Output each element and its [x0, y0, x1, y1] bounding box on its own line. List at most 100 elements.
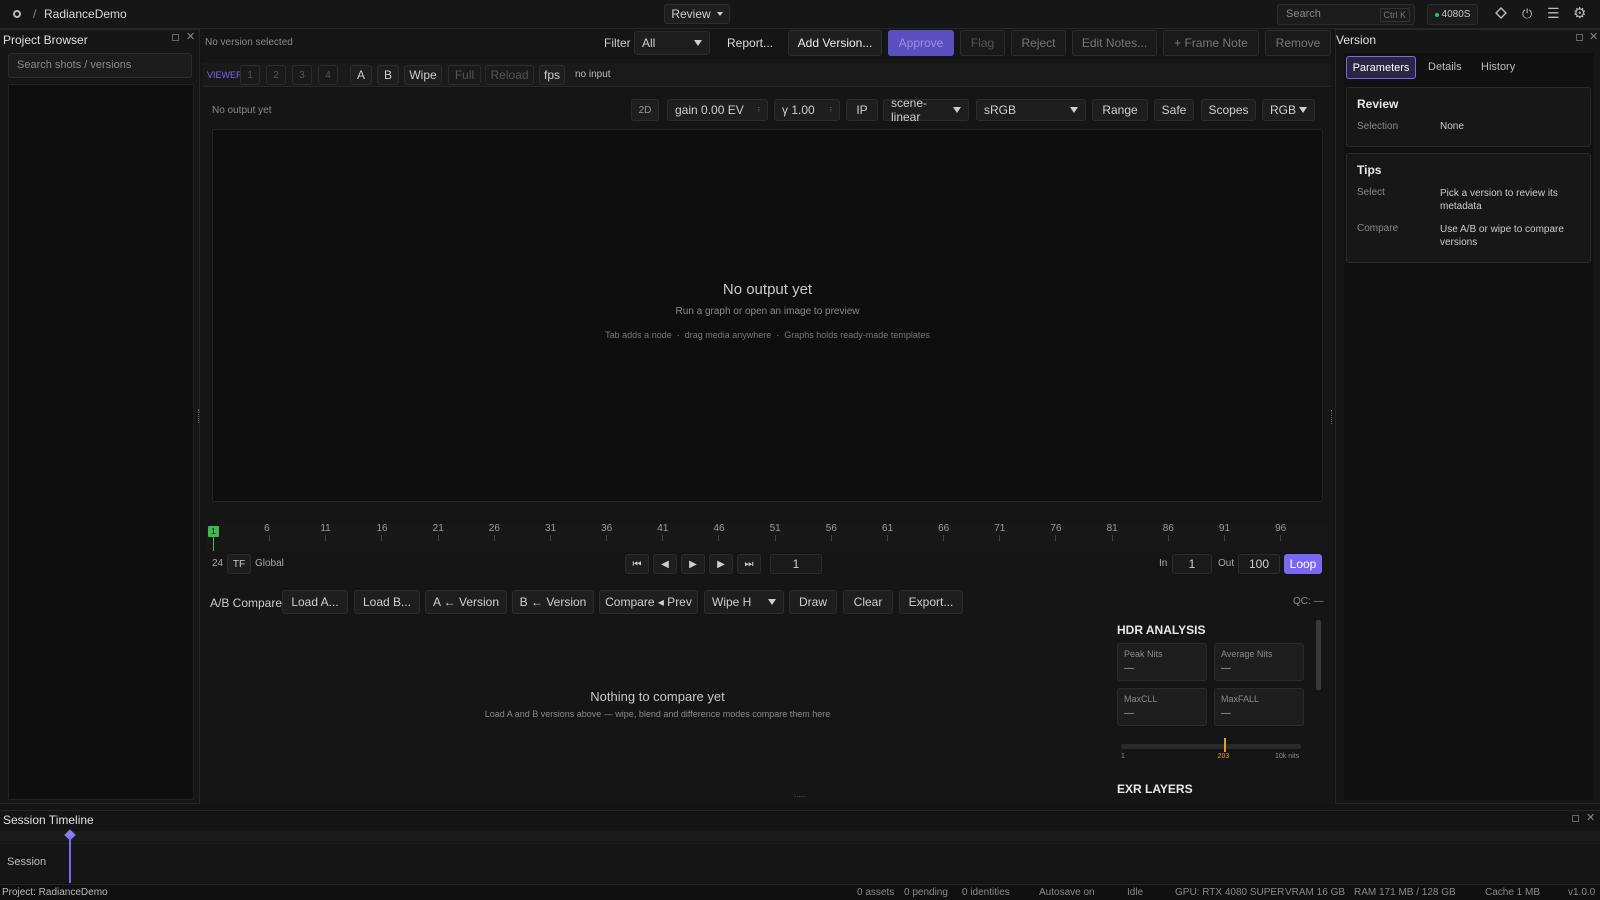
search-input[interactable]: Search Ctrl K: [1277, 4, 1415, 25]
shot-search-input[interactable]: Search shots / versions: [8, 53, 192, 78]
remove-button[interactable]: Remove: [1265, 30, 1331, 56]
viewer-a-button[interactable]: A: [350, 65, 372, 85]
viewer-full-button[interactable]: Full: [448, 65, 481, 85]
timeline-tick-mark: [549, 535, 551, 541]
draw-button[interactable]: Draw: [789, 590, 837, 614]
mode-selector[interactable]: Review: [664, 4, 730, 24]
channels-select[interactable]: RGB: [1262, 99, 1315, 121]
viewer-slot-1[interactable]: 1: [240, 65, 260, 85]
right-resize-handle[interactable]: [1331, 410, 1333, 424]
splitter-handle[interactable]: .....: [794, 790, 805, 799]
colorspace-select[interactable]: scene-linear: [883, 96, 969, 124]
session-track[interactable]: [0, 843, 1600, 883]
loop-button[interactable]: Loop: [1284, 554, 1322, 574]
timeline-tick-label: 76: [1050, 523, 1062, 534]
layers-icon[interactable]: [1495, 7, 1507, 19]
viewport[interactable]: No output yet Run a graph or open an ima…: [212, 129, 1323, 502]
load-a-button[interactable]: Load A...: [282, 590, 348, 614]
session-timeline-panel: Session Timeline ✕ Session: [0, 810, 1600, 884]
clear-button[interactable]: Clear: [843, 590, 893, 614]
timeline-ruler[interactable]: [206, 524, 1328, 550]
tab-parameters[interactable]: Parameters: [1346, 56, 1416, 79]
b-version-button[interactable]: B ← Version: [512, 590, 594, 614]
panel-close-icon[interactable]: ✕: [186, 30, 195, 43]
timeline-tick-label: 26: [488, 523, 500, 534]
hdr-scrollbar[interactable]: [1316, 620, 1321, 690]
frame-note-button[interactable]: + Frame Note: [1163, 30, 1259, 56]
panel-float-icon[interactable]: [1576, 34, 1583, 41]
add-version-button[interactable]: Add Version...: [788, 30, 882, 56]
compare-canvas[interactable]: Nothing to compare yet Load A and B vers…: [210, 620, 1105, 800]
timeline-tick-mark: [774, 535, 776, 541]
flag-button[interactable]: Flag: [960, 30, 1005, 56]
timeline-tick-mark: [662, 535, 664, 541]
wipe-mode-select[interactable]: Wipe H: [704, 590, 784, 614]
timeline-tick-label: 46: [713, 523, 725, 534]
gpu-status-dot-icon: [1434, 12, 1439, 17]
viewer-fps-button[interactable]: fps: [539, 65, 565, 85]
gear-icon[interactable]: ⚙: [1573, 4, 1586, 22]
out-input[interactable]: 100: [1238, 554, 1280, 574]
panel-close-icon[interactable]: ✕: [1589, 30, 1598, 43]
panel-float-icon[interactable]: [172, 34, 179, 41]
viewer-slot-3[interactable]: 3: [292, 65, 312, 85]
timeline-tick-label: 86: [1162, 523, 1174, 534]
gpu-badge[interactable]: 4080S: [1427, 4, 1478, 25]
session-ruler[interactable]: [0, 831, 1600, 841]
viewer-b-button[interactable]: B: [377, 65, 399, 85]
ip-button[interactable]: IP: [846, 99, 878, 121]
compare-empty-title: Nothing to compare yet: [590, 689, 725, 704]
exr-layers-title: EXR LAYERS: [1117, 782, 1193, 796]
display-select[interactable]: sRGB: [976, 99, 1086, 121]
status-vram: VRAM 16 GB: [1285, 887, 1346, 898]
skip-start-button[interactable]: ⏮: [625, 554, 649, 574]
report-button[interactable]: Report...: [727, 36, 773, 50]
search-shortcut: Ctrl K: [1379, 8, 1410, 22]
scopes-button[interactable]: Scopes: [1201, 99, 1256, 121]
project-name[interactable]: RadianceDemo: [44, 7, 127, 21]
menu-icon[interactable]: ☰: [1547, 5, 1560, 22]
tips-card: Tips Select Pick a version to review its…: [1346, 153, 1591, 263]
viewer-input-status: no input: [575, 69, 611, 80]
tip-compare-label: Compare: [1357, 223, 1399, 234]
app-logo-icon[interactable]: [13, 10, 21, 18]
gain-field[interactable]: gain 0.00 EV ⁝: [667, 99, 768, 121]
plug-icon[interactable]: ⏻: [1522, 6, 1532, 22]
compare-prev-button[interactable]: Compare ◂ Prev: [599, 590, 698, 614]
step-back-button[interactable]: ◀: [653, 554, 677, 574]
timeline-tick-label: 91: [1218, 523, 1231, 534]
filter-select[interactable]: All: [634, 31, 710, 55]
in-input[interactable]: 1: [1172, 554, 1212, 574]
gamma-field[interactable]: γ 1.00 ⁝: [774, 99, 840, 121]
viewer-slot-4[interactable]: 4: [318, 65, 338, 85]
play-button[interactable]: ▶: [681, 554, 705, 574]
frame-input[interactable]: 1: [770, 554, 822, 574]
panel-close-icon[interactable]: ✕: [1586, 811, 1595, 824]
tip-select-text: Pick a version to review its metadata: [1440, 188, 1558, 212]
reject-button[interactable]: Reject: [1011, 30, 1066, 56]
tips-card-title: Tips: [1357, 163, 1382, 177]
range-button[interactable]: Range: [1092, 99, 1148, 121]
tab-history[interactable]: History: [1481, 61, 1515, 73]
viewer-reload-button[interactable]: Reload: [485, 65, 534, 85]
load-b-button[interactable]: Load B...: [354, 590, 420, 614]
viewer-slot-2[interactable]: 2: [266, 65, 286, 85]
edit-notes-button[interactable]: Edit Notes...: [1072, 30, 1157, 56]
a-version-button[interactable]: A ← Version: [425, 590, 507, 614]
timeline-tick-label: 56: [825, 523, 837, 534]
shot-list[interactable]: [8, 84, 194, 800]
tf-button[interactable]: TF: [227, 554, 251, 574]
panel-float-icon[interactable]: [1572, 815, 1579, 822]
chevron-down-icon: [1299, 107, 1307, 113]
step-forward-button[interactable]: ▶: [709, 554, 733, 574]
export-button[interactable]: Export...: [899, 590, 963, 614]
scope-label[interactable]: Global: [255, 558, 284, 569]
approve-button[interactable]: Approve: [888, 30, 954, 56]
tab-details[interactable]: Details: [1428, 61, 1462, 73]
viewer-wipe-button[interactable]: Wipe: [404, 65, 442, 85]
safe-button[interactable]: Safe: [1154, 99, 1194, 121]
timeline-playhead[interactable]: 1: [208, 526, 219, 537]
mode-2d-button[interactable]: 2D: [631, 99, 659, 121]
skip-end-button[interactable]: ⏭: [737, 554, 761, 574]
left-resize-handle[interactable]: [198, 409, 200, 423]
